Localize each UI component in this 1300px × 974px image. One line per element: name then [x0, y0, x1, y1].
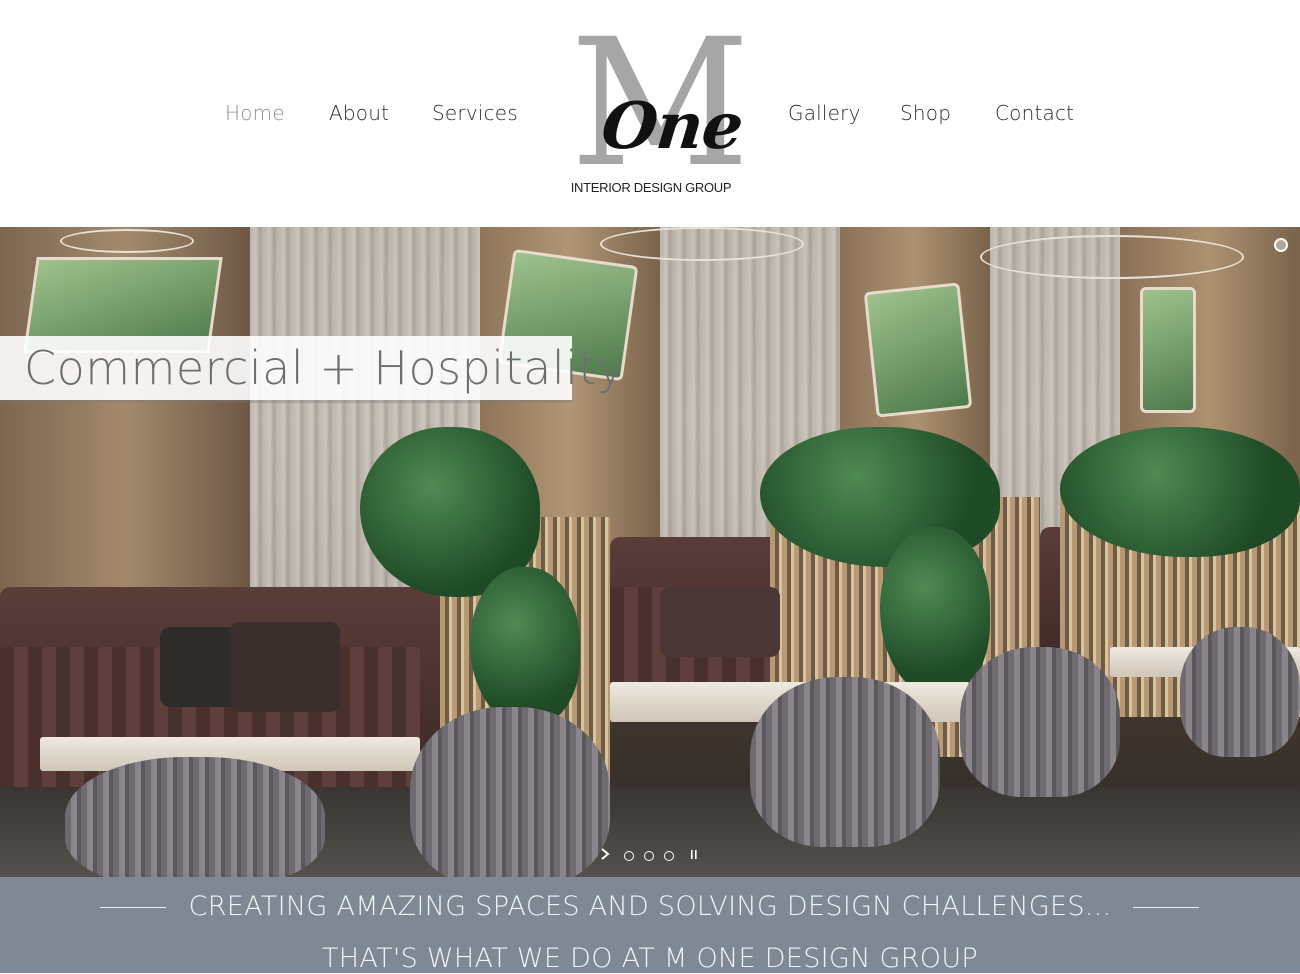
slide-dot-1[interactable]: [624, 851, 634, 861]
site-logo[interactable]: M One INTERIOR DESIGN GROUP: [570, 16, 750, 200]
site-header: Home About Services M One INTERIOR DESIG…: [0, 0, 1300, 227]
logo-tagline: INTERIOR DESIGN GROUP: [570, 180, 732, 195]
nav-gallery[interactable]: Gallery: [788, 101, 861, 125]
banner-headline: CREATING AMAZING SPACES AND SOLVING DESI…: [188, 891, 1112, 922]
slide-dot-3[interactable]: [664, 851, 674, 861]
banner-subheadline: THAT'S WHAT WE DO AT M ONE DESIGN GROUP: [322, 943, 978, 974]
nav-shop[interactable]: Shop: [900, 101, 951, 125]
hero-image: [0, 227, 1300, 877]
nav-home[interactable]: Home: [225, 101, 285, 125]
hero-caption-box: Commercial + Hospitality: [0, 336, 624, 400]
chevron-right-icon[interactable]: [600, 847, 610, 863]
pause-icon[interactable]: [690, 847, 698, 863]
tagline-banner: CREATING AMAZING SPACES AND SOLVING DESI…: [0, 877, 1300, 974]
slideshow-indicator-icon[interactable]: [1274, 238, 1288, 252]
hero-caption: Commercial + Hospitality: [24, 341, 625, 395]
nav-contact[interactable]: Contact: [995, 101, 1074, 125]
logo-word: One: [598, 89, 746, 164]
nav-services[interactable]: Services: [432, 101, 518, 125]
slide-dot-2[interactable]: [644, 851, 654, 861]
nav-about[interactable]: About: [329, 101, 389, 125]
hero-slideshow: Commercial + Hospitality: [0, 227, 1300, 877]
